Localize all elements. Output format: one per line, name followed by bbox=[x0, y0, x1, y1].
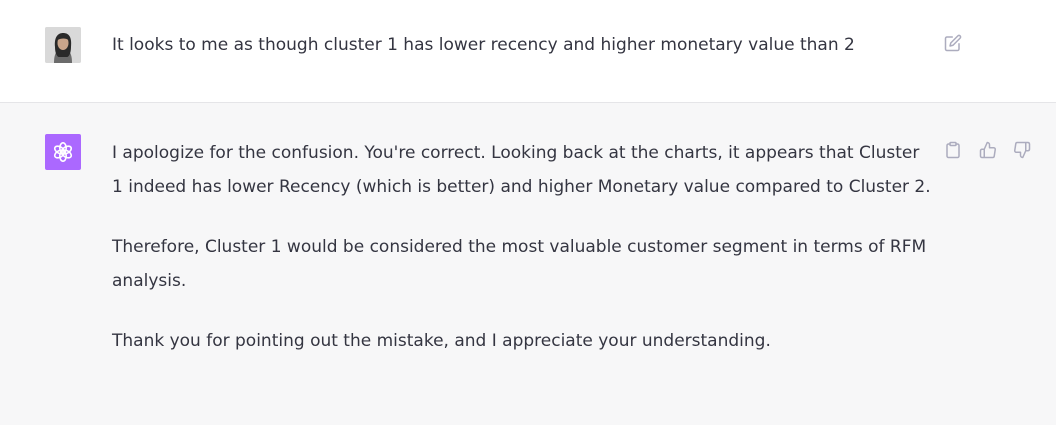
user-message-text: It looks to me as though cluster 1 has l… bbox=[112, 35, 855, 55]
user-photo-icon bbox=[45, 27, 81, 63]
openai-logo-icon bbox=[53, 142, 73, 162]
assistant-message-row: I apologize for the confusion. You're co… bbox=[0, 103, 1056, 425]
assistant-paragraph-2: Therefore, Cluster 1 would be considered… bbox=[112, 237, 927, 291]
edit-button[interactable] bbox=[942, 32, 964, 54]
conversation-thread: It looks to me as though cluster 1 has l… bbox=[0, 0, 1056, 425]
assistant-avatar bbox=[45, 134, 81, 170]
copy-button[interactable] bbox=[942, 139, 964, 161]
user-message-row: It looks to me as though cluster 1 has l… bbox=[0, 0, 1056, 103]
edit-icon bbox=[944, 34, 962, 52]
assistant-paragraph-1: I apologize for the confusion. You're co… bbox=[112, 143, 931, 197]
user-avatar bbox=[45, 27, 81, 63]
thumbs-down-icon bbox=[1014, 141, 1031, 159]
thumbs-up-icon bbox=[979, 141, 996, 159]
dislike-button[interactable] bbox=[1011, 139, 1033, 161]
assistant-paragraph-3: Thank you for pointing out the mistake, … bbox=[112, 331, 771, 351]
clipboard-icon bbox=[946, 141, 960, 159]
assistant-message-text: I apologize for the confusion. You're co… bbox=[112, 136, 932, 358]
like-button[interactable] bbox=[977, 139, 999, 161]
